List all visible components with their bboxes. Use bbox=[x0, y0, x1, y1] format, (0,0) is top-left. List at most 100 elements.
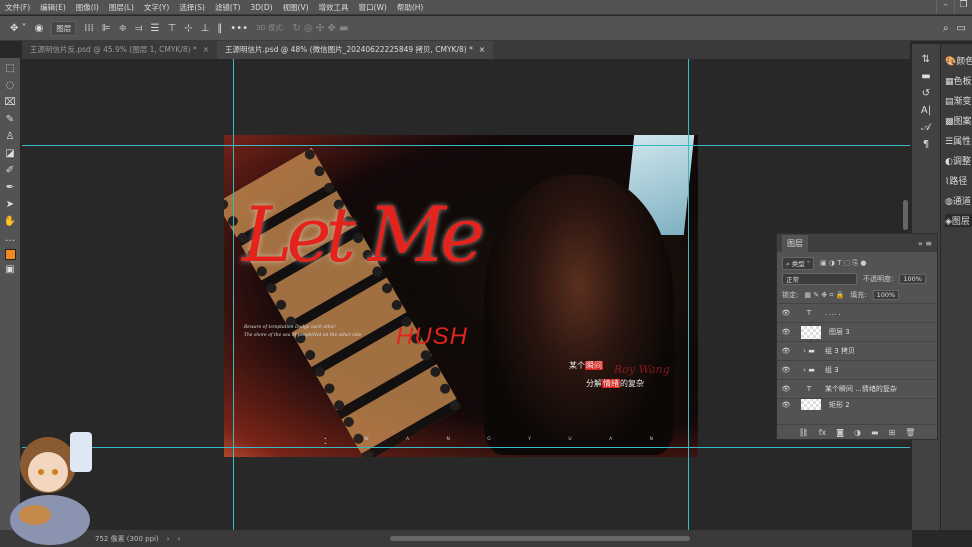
folder-icon[interactable]: › ▬ bbox=[799, 366, 819, 374]
screen-mode-icon[interactable]: ▣ bbox=[5, 263, 14, 277]
eye-icon[interactable]: 👁 bbox=[777, 309, 795, 317]
path-select-icon[interactable]: ➤ bbox=[6, 198, 14, 212]
opacity-input[interactable]: 100% bbox=[899, 274, 926, 284]
panel-properties[interactable]: ☰属性 bbox=[945, 134, 972, 147]
eye-icon[interactable]: 👁 bbox=[777, 385, 795, 393]
menu-3d[interactable]: 3D(D) bbox=[245, 3, 277, 12]
healing-icon[interactable]: ✎ bbox=[6, 113, 14, 127]
comments-icon[interactable]: ▬ bbox=[921, 71, 930, 82]
tab-document-2[interactable]: 王源明信片.psd @ 48% (微信图片_20240622225849 拷贝,… bbox=[217, 41, 494, 59]
transform-controls-icon[interactable]: ⁞⁞⁞ bbox=[84, 23, 94, 34]
folder-icon[interactable]: › ▬ bbox=[799, 347, 819, 355]
move-tool-icon[interactable]: ✥ ˅ bbox=[10, 23, 27, 34]
menu-edit[interactable]: 编辑(E) bbox=[35, 2, 71, 13]
eye-icon[interactable]: 👁 bbox=[777, 401, 795, 409]
pen-icon[interactable]: ✒ bbox=[6, 181, 14, 195]
blend-mode-dropdown[interactable]: 正常 bbox=[782, 273, 857, 285]
panel-adjustments[interactable]: ◐调整 bbox=[945, 154, 972, 167]
eye-icon[interactable]: 👁 bbox=[777, 366, 795, 374]
brush-icon[interactable]: ✐ bbox=[6, 164, 14, 178]
menu-image[interactable]: 图像(I) bbox=[71, 2, 104, 13]
stamp-icon[interactable]: ♙ bbox=[6, 130, 15, 144]
align-right-icon[interactable]: ⫤ bbox=[135, 23, 143, 34]
guide-vertical[interactable] bbox=[688, 59, 689, 530]
panel-layers[interactable]: ◈图层 bbox=[945, 214, 972, 227]
lock-icons[interactable]: ▦ ✎ ✥ ⌗ 🔒 bbox=[804, 291, 844, 300]
layer-row[interactable]: 👁 图层 3 bbox=[777, 322, 937, 341]
panel-color[interactable]: 🎨颜色 bbox=[945, 54, 972, 67]
panel-swatches[interactable]: ▦色板 bbox=[945, 74, 972, 87]
link-icon[interactable]: ⛓ bbox=[799, 428, 809, 437]
eraser-icon[interactable]: ◪ bbox=[5, 147, 14, 161]
auto-select-dropdown[interactable]: 图层 bbox=[51, 20, 77, 36]
panel-gradients[interactable]: ▤渐变 bbox=[945, 94, 972, 107]
3d-orbit-icon[interactable]: ↻ ◎ ✣ ✥ ▬ bbox=[292, 23, 348, 34]
new-layer-icon[interactable]: ⊞ bbox=[889, 428, 896, 437]
crop-icon[interactable]: ⌧ bbox=[4, 96, 16, 110]
foreground-color-swatch[interactable] bbox=[4, 249, 16, 260]
menu-file[interactable]: 文件(F) bbox=[0, 2, 35, 13]
guide-horizontal[interactable] bbox=[22, 145, 910, 146]
status-arrow-icon[interactable]: ‹ bbox=[178, 535, 181, 543]
panel-menu-icon[interactable]: » ≡ bbox=[918, 239, 932, 248]
glyphs-icon[interactable]: 𝒜 bbox=[921, 122, 930, 133]
align-left-icon[interactable]: ⊫ bbox=[102, 23, 111, 34]
filter-icons[interactable]: ▣ ◑ T ⬚ ⎘ ● bbox=[820, 259, 866, 268]
layer-row[interactable]: 👁 矩形 2 bbox=[777, 398, 937, 410]
menu-help[interactable]: 帮助(H) bbox=[392, 2, 429, 13]
menu-type[interactable]: 文字(Y) bbox=[139, 2, 174, 13]
menu-view[interactable]: 视图(V) bbox=[278, 2, 314, 13]
more-icon[interactable]: ••• bbox=[230, 23, 248, 34]
menu-layer[interactable]: 图层(L) bbox=[104, 2, 139, 13]
layer-filter-dropdown[interactable]: ⌕ 类型 ˅ bbox=[782, 256, 815, 270]
new-group-icon[interactable]: ▬ bbox=[871, 428, 879, 437]
menu-select[interactable]: 选择(S) bbox=[174, 2, 210, 13]
document-canvas[interactable]: Let Me HUSH Beware of temptation Dodge e… bbox=[224, 135, 698, 457]
tab-document-1[interactable]: 王源明信片反.psd @ 45.9% (图层 1, CMYK/8) * × bbox=[22, 41, 218, 59]
marquee-icon[interactable]: ⬚ bbox=[5, 62, 14, 76]
trash-icon[interactable]: 🗑 bbox=[905, 428, 915, 437]
actions-icon[interactable]: ↺ bbox=[922, 88, 930, 99]
search-icon[interactable]: ⌕ bbox=[943, 23, 949, 34]
align-middle-icon[interactable]: ⊹ bbox=[184, 23, 192, 34]
menu-plugins[interactable]: 增效工具 bbox=[314, 2, 354, 13]
fx-icon[interactable]: fx bbox=[819, 428, 827, 437]
guide-vertical[interactable] bbox=[233, 59, 234, 530]
align-center-icon[interactable]: ≑ bbox=[119, 23, 127, 34]
guide-horizontal[interactable] bbox=[22, 447, 910, 448]
align-top-icon[interactable]: ⊤ bbox=[167, 23, 176, 34]
panel-paths[interactable]: ⌇路径 bbox=[945, 174, 972, 187]
align-bottom-icon[interactable]: ⊥ bbox=[201, 23, 210, 34]
minimize-icon[interactable]: – bbox=[936, 0, 954, 14]
history-icon[interactable]: ⇅ bbox=[922, 54, 930, 65]
character-icon[interactable]: A| bbox=[921, 105, 931, 116]
distribute-icon[interactable]: ☰ bbox=[151, 23, 160, 34]
layer-row[interactable]: 👁 T 某个瞬间 ...情绪的复杂 bbox=[777, 379, 937, 398]
menu-filter[interactable]: 滤镜(T) bbox=[210, 2, 245, 13]
fill-input[interactable]: 100% bbox=[872, 290, 900, 300]
lasso-icon[interactable]: ◌ bbox=[6, 79, 15, 93]
mask-icon[interactable]: ◙ bbox=[836, 428, 844, 437]
auto-select-icon[interactable]: ◉ bbox=[35, 23, 44, 34]
close-icon[interactable]: × bbox=[203, 45, 209, 54]
restore-icon[interactable]: ❐ bbox=[954, 0, 972, 14]
menu-window[interactable]: 窗口(W) bbox=[354, 2, 392, 13]
vertical-scrollbar[interactable] bbox=[903, 200, 908, 230]
paragraph-icon[interactable]: ¶ bbox=[923, 139, 929, 150]
workspace-icon[interactable]: ▭ bbox=[957, 23, 966, 34]
layers-tab[interactable]: 图层 bbox=[782, 234, 808, 252]
hand-icon[interactable]: ✋ bbox=[4, 215, 16, 229]
more-tools-icon[interactable]: … bbox=[5, 232, 15, 246]
eye-icon[interactable]: 👁 bbox=[777, 347, 795, 355]
horizontal-scrollbar[interactable] bbox=[390, 536, 690, 541]
close-icon[interactable]: × bbox=[479, 45, 485, 54]
layer-row[interactable]: 👁 › ▬ 组 3 拷贝 bbox=[777, 341, 937, 360]
adjustment-icon[interactable]: ◑ bbox=[854, 428, 861, 437]
status-arrow-icon[interactable]: › bbox=[167, 535, 170, 543]
layer-row[interactable]: 👁 › ▬ 组 3 bbox=[777, 360, 937, 379]
eye-icon[interactable]: 👁 bbox=[777, 328, 795, 336]
panel-patterns[interactable]: ▩图案 bbox=[945, 114, 972, 127]
panel-channels[interactable]: ◍通道 bbox=[945, 194, 972, 207]
distribute-vertical-icon[interactable]: ‖ bbox=[217, 23, 222, 34]
layer-row[interactable]: 👁 T . ... . bbox=[777, 303, 937, 322]
